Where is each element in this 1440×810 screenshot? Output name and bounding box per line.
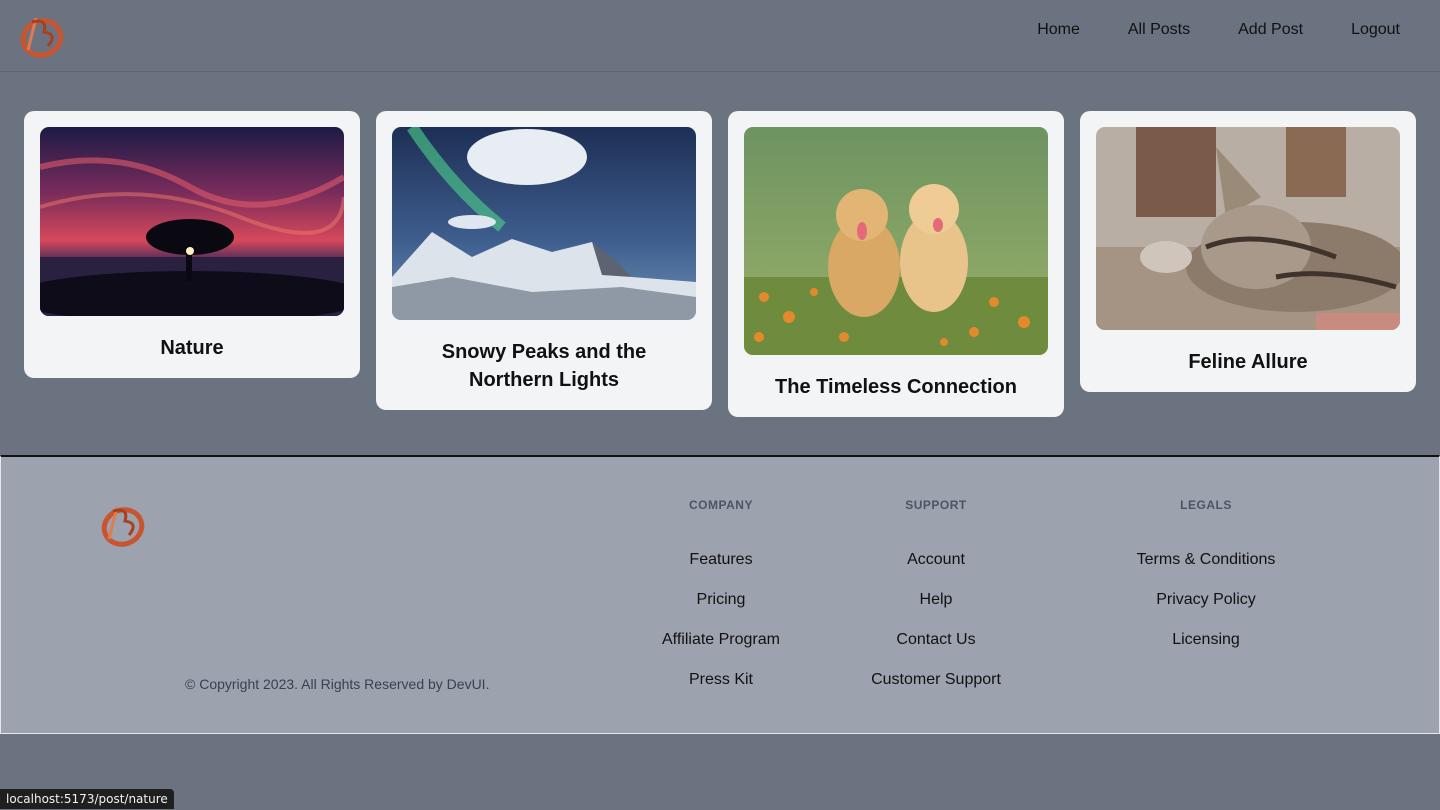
footer-link-help[interactable]: Help <box>851 588 1021 628</box>
footer-column-support: SUPPORT Account Help Contact Us Customer… <box>851 498 1021 708</box>
footer-link-licensing[interactable]: Licensing <box>1116 628 1296 668</box>
column-heading: LEGALS <box>1180 498 1232 512</box>
footer-link-account[interactable]: Account <box>851 548 1021 588</box>
footer-link-pricing[interactable]: Pricing <box>641 588 801 628</box>
post-title: Nature <box>160 337 224 359</box>
footer-link-features[interactable]: Features <box>641 548 801 588</box>
footer-link-terms[interactable]: Terms & Conditions <box>1116 548 1296 588</box>
logo-icon[interactable] <box>14 8 68 62</box>
footer-link-privacy-policy[interactable]: Privacy Policy <box>1116 588 1296 628</box>
footer-column-legals: LEGALS Terms & Conditions Privacy Policy… <box>1116 498 1296 668</box>
nav-logout-link[interactable]: Logout <box>1351 21 1400 39</box>
post-card-nature[interactable]: Nature <box>24 111 360 378</box>
footer-column-company: COMPANY Features Pricing Affiliate Progr… <box>641 498 801 708</box>
main-nav: Home All Posts Add Post Logout <box>1037 0 1400 60</box>
nav-home-link[interactable]: Home <box>1037 21 1080 39</box>
footer-link-contact-us[interactable]: Contact Us <box>851 628 1021 668</box>
footer-link-affiliate-program[interactable]: Affiliate Program <box>641 628 801 668</box>
post-card-snowy-peaks[interactable]: Snowy Peaks and the Northern Lights <box>376 111 712 410</box>
footer-link-customer-support[interactable]: Customer Support <box>851 668 1021 708</box>
nav-add-post-link[interactable]: Add Post <box>1238 21 1303 39</box>
footer-link-press-kit[interactable]: Press Kit <box>641 668 801 708</box>
post-card-feline-allure[interactable]: Feline Allure <box>1080 111 1416 392</box>
footer-logo-icon[interactable] <box>95 497 149 551</box>
site-header: Home All Posts Add Post Logout <box>0 0 1440 72</box>
column-heading: SUPPORT <box>905 498 967 512</box>
post-title: The Timeless Connection <box>775 376 1017 398</box>
column-heading: COMPANY <box>689 498 753 512</box>
puppies-image <box>744 127 1048 355</box>
site-footer: © Copyright 2023. All Rights Reserved by… <box>0 455 1440 734</box>
post-title: Snowy Peaks and the Northern Lights <box>441 341 647 391</box>
nav-all-posts-link[interactable]: All Posts <box>1128 21 1190 39</box>
copyright-text: © Copyright 2023. All Rights Reserved by… <box>185 676 490 692</box>
post-title: Feline Allure <box>1188 351 1308 373</box>
link-status-tooltip: localhost:5173/post/nature <box>0 789 174 809</box>
post-card-timeless-connection[interactable]: The Timeless Connection <box>728 111 1064 417</box>
aurora-mountains-image <box>392 127 696 320</box>
sunset-tree-image <box>40 127 344 316</box>
sleeping-kitten-image <box>1096 127 1400 330</box>
